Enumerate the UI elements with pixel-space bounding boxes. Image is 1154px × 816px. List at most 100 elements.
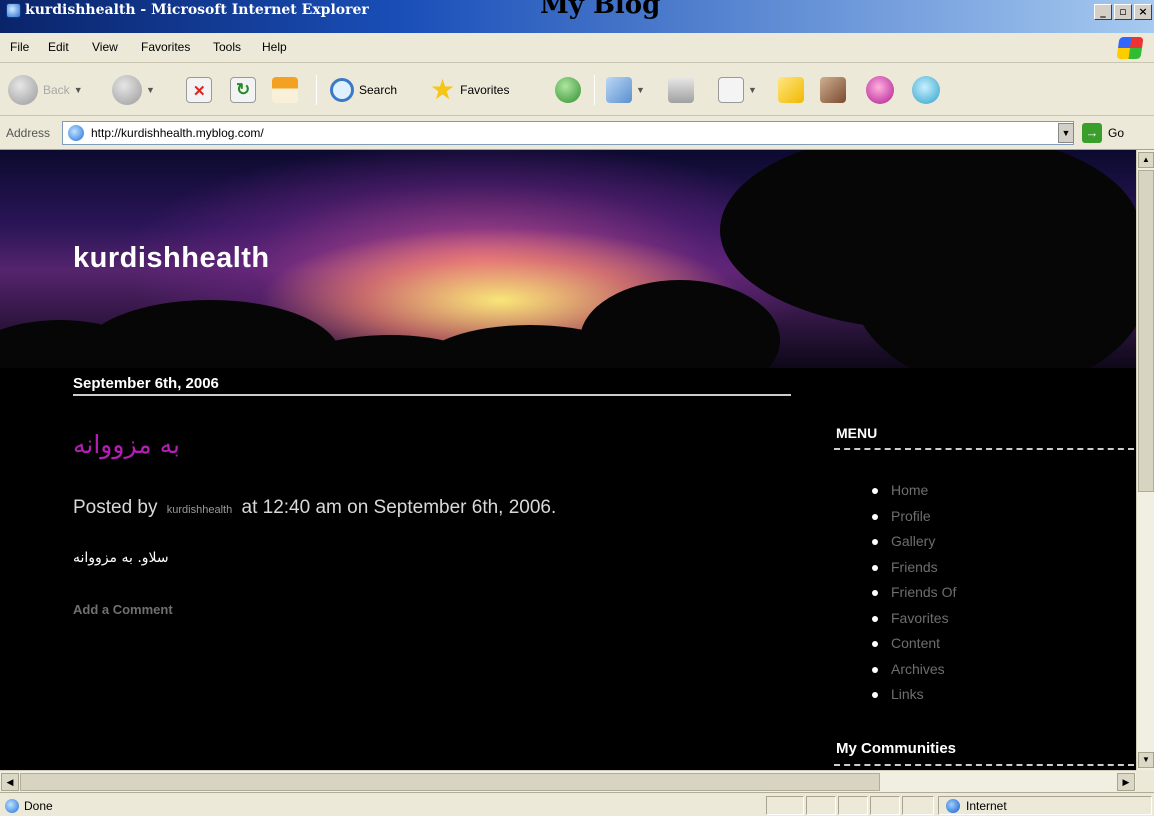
address-input[interactable]: http://kurdishhealth.myblog.com/ — [62, 121, 1074, 145]
posted-by-suffix: at 12:40 am on September 6th, 2006. — [241, 497, 557, 518]
chevron-down-icon[interactable]: ▼ — [146, 85, 155, 95]
page-viewport: kurdishhealth September 6th, 2006 به مزو… — [0, 150, 1136, 770]
sidebar-item-profile[interactable]: Profile — [872, 508, 956, 534]
forward-button[interactable]: ▼ — [112, 73, 155, 107]
chevron-down-icon[interactable]: ▼ — [636, 85, 645, 95]
sidebar-item-links[interactable]: Links — [872, 686, 956, 712]
add-comment-link[interactable]: Add a Comment — [73, 602, 173, 617]
scroll-left-button[interactable]: ◀ — [1, 773, 19, 791]
go-label: Go — [1108, 126, 1125, 140]
address-url: http://kurdishhealth.myblog.com/ — [91, 126, 264, 140]
favorites-star-icon: ★ — [430, 74, 456, 105]
divider — [834, 448, 1134, 450]
back-button[interactable]: Back ▼ — [8, 73, 83, 107]
menu-file[interactable]: File — [10, 40, 29, 54]
page-heading-overlay: My Blog — [540, 0, 661, 20]
favorites-button[interactable]: ★ Favorites — [430, 73, 509, 107]
mail-button[interactable]: ▼ — [606, 73, 645, 107]
post-date: September 6th, 2006 — [73, 375, 219, 392]
sidebar-item-content[interactable]: Content — [872, 635, 956, 661]
scroll-up-button[interactable]: ▲ — [1138, 152, 1154, 168]
messenger-button[interactable] — [866, 73, 894, 107]
status-text: Done — [24, 799, 53, 813]
go-button[interactable]: → Go — [1082, 123, 1124, 143]
discuss-button[interactable] — [778, 73, 804, 107]
scrollbar-corner — [1136, 770, 1154, 792]
scroll-right-button[interactable]: ▶ — [1117, 773, 1135, 791]
history-icon — [555, 77, 581, 103]
ie-app-icon[interactable] — [6, 3, 21, 18]
sidebar-item-favorites[interactable]: Favorites — [872, 610, 956, 636]
posted-by-prefix: Posted by — [73, 497, 158, 518]
internet-zone-icon — [946, 799, 960, 813]
stop-button[interactable]: ✕ — [186, 73, 212, 107]
author-link[interactable]: kurdishhealth — [167, 504, 232, 516]
forward-arrow-icon — [112, 75, 142, 105]
status-pane — [766, 796, 804, 815]
divider — [834, 764, 1134, 766]
stop-icon: ✕ — [186, 77, 212, 103]
scroll-down-button[interactable]: ▼ — [1138, 752, 1154, 768]
horizontal-scrollbar[interactable]: ◀ ▶ — [0, 770, 1136, 792]
messenger-icon — [866, 76, 894, 104]
windows-logo-icon — [1116, 37, 1144, 59]
refresh-button[interactable]: ↻ — [230, 73, 256, 107]
vertical-scroll-thumb[interactable] — [1138, 170, 1154, 492]
print-icon — [668, 77, 694, 103]
minimize-button[interactable]: _ — [1094, 4, 1112, 20]
status-pane — [838, 796, 868, 815]
print-button[interactable] — [668, 73, 694, 107]
back-label: Back — [43, 83, 70, 97]
menu-bar: File Edit View Favorites Tools Help — [0, 33, 1154, 63]
menu-help[interactable]: Help — [262, 40, 287, 54]
toolbar-separator — [316, 75, 317, 105]
window-title: kurdishhealth - Microsoft Internet Explo… — [25, 2, 369, 18]
search-label: Search — [359, 83, 398, 97]
menu-edit[interactable]: Edit — [48, 40, 69, 54]
blog-title[interactable]: kurdishhealth — [73, 242, 270, 275]
sidebar-item-home[interactable]: Home — [872, 482, 956, 508]
history-button[interactable] — [555, 73, 581, 107]
home-button[interactable] — [272, 73, 298, 107]
sidebar-item-archives[interactable]: Archives — [872, 661, 956, 687]
address-bar: Address http://kurdishhealth.myblog.com/… — [0, 116, 1154, 150]
sidebar-item-gallery[interactable]: Gallery — [872, 533, 956, 559]
sidebar-item-friends[interactable]: Friends — [872, 559, 956, 585]
ie-page-icon — [5, 799, 19, 813]
maximize-button[interactable]: ▫ — [1114, 4, 1132, 20]
menu-view[interactable]: View — [92, 40, 118, 54]
menu-favorites[interactable]: Favorites — [141, 40, 190, 54]
refresh-icon: ↻ — [230, 77, 256, 103]
chevron-down-icon[interactable]: ▼ — [748, 85, 757, 95]
menu-tools[interactable]: Tools — [213, 40, 241, 54]
post-meta: Posted by kurdishhealth at 12:40 am on S… — [73, 497, 556, 519]
status-pane — [870, 796, 900, 815]
post-title[interactable]: به مزووانه — [73, 430, 180, 459]
chevron-down-icon[interactable]: ▼ — [74, 85, 83, 95]
post-body: سلاو. به مزووانه — [73, 550, 169, 566]
back-arrow-icon — [8, 75, 38, 105]
sidebar-item-friends-of[interactable]: Friends Of — [872, 584, 956, 610]
search-button[interactable]: Search — [330, 73, 397, 107]
status-bar: Done Internet — [0, 792, 1154, 816]
edit-button[interactable]: ▼ — [718, 73, 757, 107]
window-controls: _ ▫ × — [1094, 4, 1152, 20]
toolbar: Back ▼ ▼ ✕ ↻ Search ★ Favorites ▼ ▼ — [0, 63, 1154, 116]
toolbar-separator — [594, 75, 595, 105]
sidebar-menu-heading: MENU — [836, 425, 878, 441]
close-button[interactable]: × — [1134, 4, 1152, 20]
header-sunset-image: kurdishhealth — [0, 150, 1136, 368]
title-bar[interactable]: kurdishhealth - Microsoft Internet Explo… — [0, 0, 1154, 33]
msn-button[interactable] — [912, 73, 940, 107]
horizontal-scroll-thumb[interactable] — [20, 773, 880, 791]
divider — [73, 394, 791, 396]
research-icon — [820, 77, 846, 103]
zone-text: Internet — [966, 799, 1007, 813]
address-label: Address — [6, 126, 51, 140]
folder-icon — [778, 77, 804, 103]
vertical-scrollbar[interactable]: ▲ ▼ — [1136, 150, 1154, 770]
favorites-label: Favorites — [460, 83, 510, 97]
browser-window: kurdishhealth - Microsoft Internet Explo… — [0, 0, 1154, 816]
research-button[interactable] — [820, 73, 846, 107]
address-dropdown-button[interactable]: ▼ — [1058, 123, 1074, 143]
